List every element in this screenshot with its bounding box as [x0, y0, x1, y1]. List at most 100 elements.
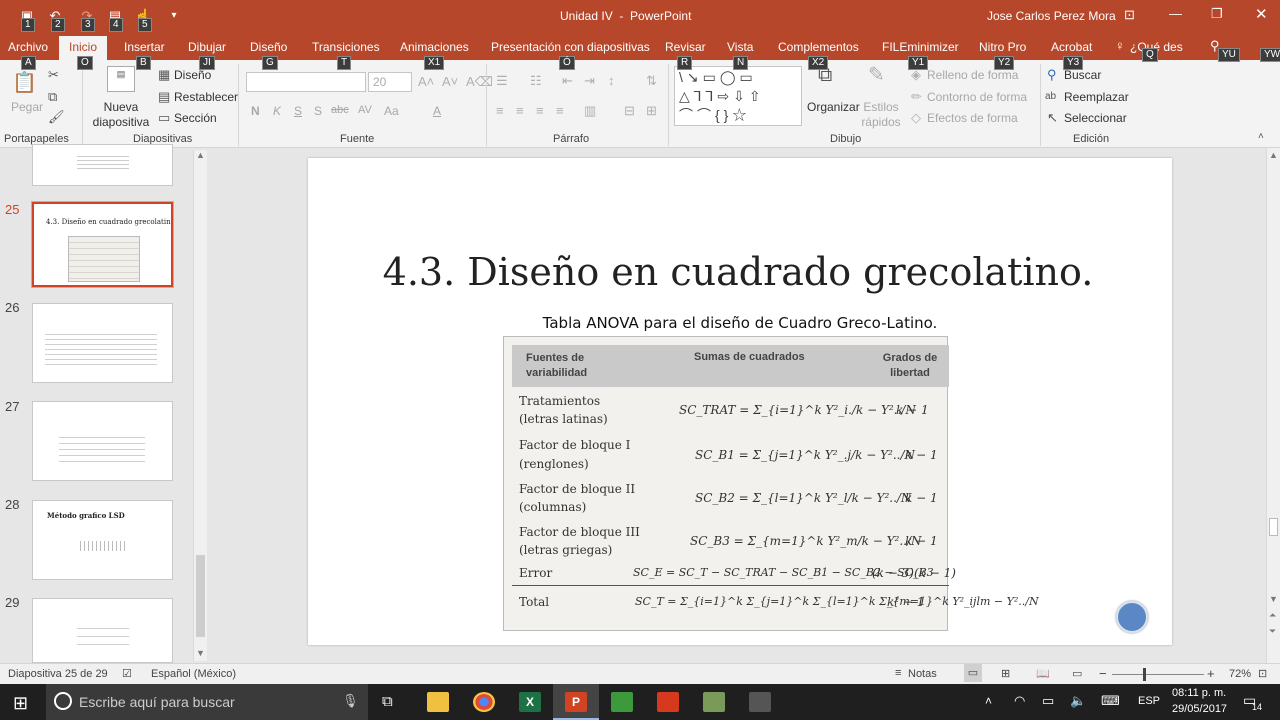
next-slide-icon[interactable]: ⏷: [1269, 626, 1276, 637]
normal-view-icon[interactable]: ▭: [964, 664, 982, 682]
microphone-icon[interactable]: 🎙: [342, 693, 359, 709]
tab-insertar[interactable]: Insertar: [124, 40, 165, 54]
app-icon[interactable]: [749, 692, 771, 712]
decrease-indent-icon[interactable]: ⇤: [562, 74, 573, 88]
close-icon[interactable]: ✕: [1255, 5, 1268, 23]
change-case-button[interactable]: Aa: [384, 104, 399, 118]
tab-vista[interactable]: Vista: [727, 40, 753, 54]
file-explorer-icon[interactable]: [427, 692, 449, 712]
align-text-icon[interactable]: ⊟: [624, 104, 635, 118]
zoom-out-icon[interactable]: −: [1099, 666, 1107, 681]
tab-presentacion[interactable]: Presentación con diapositivas: [491, 40, 650, 54]
slide-title[interactable]: 4.3. Diseño en cuadrado grecolatino.: [308, 250, 1168, 294]
grow-font-icon[interactable]: A˄: [418, 75, 434, 89]
tab-animaciones[interactable]: Animaciones: [400, 40, 469, 54]
spelling-icon[interactable]: ☑: [122, 667, 132, 680]
slide-thumbnail[interactable]: [32, 401, 173, 481]
shape-outline-button[interactable]: Contorno de forma: [927, 90, 1027, 104]
input-language[interactable]: ESP: [1138, 695, 1160, 707]
paste-icon[interactable]: 📋: [12, 72, 37, 94]
powerpoint-icon[interactable]: P: [565, 692, 587, 712]
windows-start-icon[interactable]: ⊞: [13, 693, 28, 714]
network-icon[interactable]: ◠: [1014, 693, 1025, 709]
tab-revisar[interactable]: Revisar: [665, 40, 706, 54]
quick-styles-button[interactable]: Estilos rápidos: [858, 100, 904, 130]
shapes-gallery[interactable]: \↘▭◯▭ △⅂⅂⇨⇩⇧ ⌒⌒{}☆: [674, 66, 802, 126]
scroll-down-icon[interactable]: ▼: [196, 648, 205, 658]
replace-button[interactable]: Reemplazar: [1064, 90, 1129, 104]
underline-button[interactable]: S: [294, 104, 302, 118]
tab-acrobat[interactable]: Acrobat: [1051, 40, 1092, 54]
strikethrough-button[interactable]: abc: [331, 104, 349, 116]
justify-icon[interactable]: ≡: [556, 104, 564, 118]
slide-thumbnail[interactable]: [32, 598, 173, 663]
slide-thumbnail[interactable]: [32, 303, 173, 383]
taskbar-search-box[interactable]: Escribe aquí para buscar 🎙: [46, 684, 368, 720]
volume-icon[interactable]: 🔈: [1070, 693, 1086, 709]
char-spacing-button[interactable]: AV: [358, 104, 372, 116]
select-button[interactable]: Seleccionar: [1064, 111, 1127, 125]
notes-icon[interactable]: ≡: [895, 667, 901, 679]
task-view-icon[interactable]: ⧉: [382, 693, 393, 710]
increase-indent-icon[interactable]: ⇥: [584, 74, 595, 88]
smartart-icon[interactable]: ⊞: [646, 104, 657, 118]
clock-time[interactable]: 08:11 p. m.: [1172, 687, 1226, 699]
clear-format-icon[interactable]: A⌫: [466, 75, 493, 89]
scroll-up-icon[interactable]: ▲: [196, 150, 205, 160]
reset-button[interactable]: Restablecer: [174, 90, 238, 104]
previous-slide-icon[interactable]: ⏶: [1269, 610, 1276, 621]
slide-sorter-icon[interactable]: ⊞: [1001, 667, 1010, 680]
slide-canvas[interactable]: 4.3. Diseño en cuadrado grecolatino. Tab…: [308, 158, 1172, 645]
slide-scrollbar[interactable]: ▲ ▼ ⏶ ⏷: [1266, 148, 1280, 663]
numbering-icon[interactable]: ☷: [530, 74, 542, 88]
clock-date[interactable]: 29/05/2017: [1172, 703, 1227, 715]
tab-transiciones[interactable]: Transiciones: [312, 40, 380, 54]
arrange-button[interactable]: Organizar: [807, 100, 860, 114]
shrink-font-icon[interactable]: A˅: [442, 75, 458, 89]
show-hidden-icons[interactable]: ˄: [985, 694, 992, 708]
paste-button[interactable]: Pegar: [11, 100, 43, 114]
chrome-icon[interactable]: [473, 692, 495, 712]
ribbon-display-options-icon[interactable]: ⊡: [1124, 7, 1135, 23]
scroll-thumb[interactable]: [196, 555, 205, 637]
minimize-icon[interactable]: —: [1169, 6, 1182, 21]
shape-fill-button[interactable]: Relleno de forma: [927, 68, 1018, 82]
app-icon[interactable]: [703, 692, 725, 712]
language-indicator[interactable]: Español (México): [151, 668, 236, 680]
fit-to-window-icon[interactable]: ⊡: [1258, 667, 1267, 680]
slide-thumbnail[interactable]: [32, 144, 173, 186]
notes-button[interactable]: Notas: [908, 668, 937, 680]
scroll-up-icon[interactable]: ▲: [1269, 150, 1278, 160]
bullets-icon[interactable]: ☰: [496, 74, 508, 88]
line-spacing-icon[interactable]: ↕: [608, 74, 615, 88]
zoom-in-icon[interactable]: +: [1207, 666, 1215, 681]
zoom-slider-thumb[interactable]: [1143, 668, 1146, 681]
shadow-button[interactable]: S: [314, 104, 322, 118]
font-name-field[interactable]: [246, 72, 366, 92]
text-direction-icon[interactable]: ⇅: [646, 74, 657, 88]
find-button[interactable]: Buscar: [1064, 68, 1101, 82]
tab-archivo[interactable]: Archivo: [8, 40, 48, 54]
anova-table-image[interactable]: Fuentes de variabilidad Sumas de cuadrad…: [503, 336, 1039, 631]
restore-icon[interactable]: ❐: [1211, 6, 1223, 22]
scroll-down-icon[interactable]: ▼: [1269, 594, 1278, 604]
app-chart-icon[interactable]: [611, 692, 633, 712]
battery-icon[interactable]: ▭: [1042, 693, 1054, 709]
columns-icon[interactable]: ▥: [584, 104, 596, 118]
italic-button[interactable]: K: [273, 104, 281, 118]
collapse-ribbon-icon[interactable]: ˄: [1258, 130, 1264, 144]
section-button[interactable]: Sección: [174, 111, 217, 125]
customize-qat-icon[interactable]: ▾: [165, 8, 183, 24]
align-center-icon[interactable]: ≡: [516, 104, 524, 118]
slideshow-icon[interactable]: ▭: [1072, 667, 1082, 680]
layout-button[interactable]: Diseño: [174, 68, 211, 82]
align-right-icon[interactable]: ≡: [536, 104, 544, 118]
record-button[interactable]: [1116, 601, 1148, 633]
slide-thumbnail-selected[interactable]: 4.3. Diseño en cuadrado grecolatino.: [31, 201, 174, 288]
align-left-icon[interactable]: ≡: [496, 104, 504, 118]
zoom-slider[interactable]: [1112, 674, 1204, 675]
font-size-field[interactable]: 20: [368, 72, 412, 92]
slide-subtitle[interactable]: Tabla ANOVA para el diseño de Cuadro Gre…: [308, 314, 1172, 332]
scroll-thumb[interactable]: [1269, 518, 1278, 536]
reading-view-icon[interactable]: 📖: [1036, 667, 1050, 680]
